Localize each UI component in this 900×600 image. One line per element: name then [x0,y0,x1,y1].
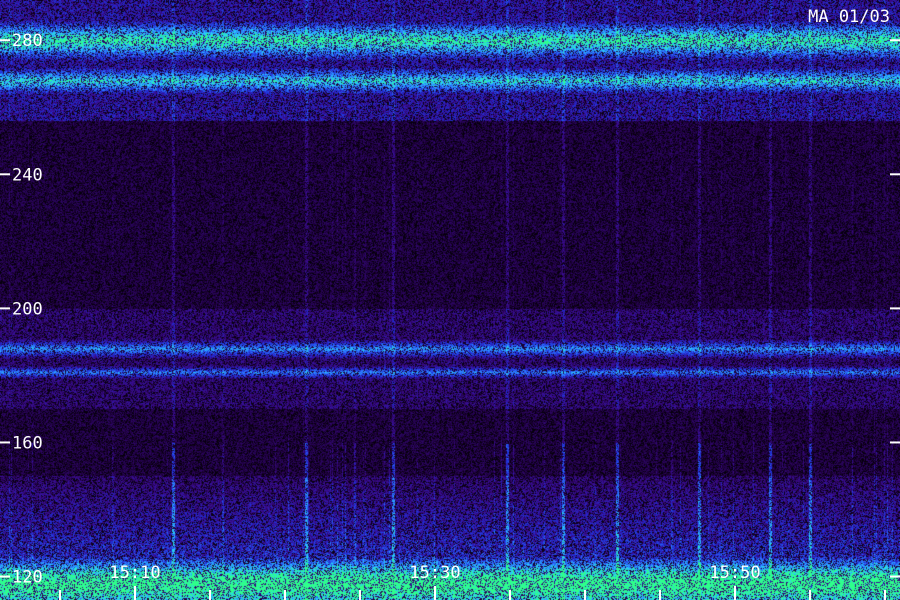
y-tick-label: 120 [12,568,43,588]
chart-title: MA 01/03 [808,7,890,27]
x-tick-label: 15:10 [109,563,160,583]
y-tick-label: 160 [12,433,43,453]
x-axis: 15:10 15:30 15:50 [59,563,886,600]
y-tick-label: 280 [12,31,43,51]
y-tick-label: 200 [12,299,43,319]
x-tick-label: 15:50 [709,563,760,583]
y-axis: 120 160 200 240 280 [0,31,900,588]
y-tick-label: 240 [12,165,43,185]
chart-overlay: 120 160 200 240 280 15:10 15:30 15:50 MA 01/03 [0,7,900,600]
x-tick-label: 15:30 [409,563,460,583]
